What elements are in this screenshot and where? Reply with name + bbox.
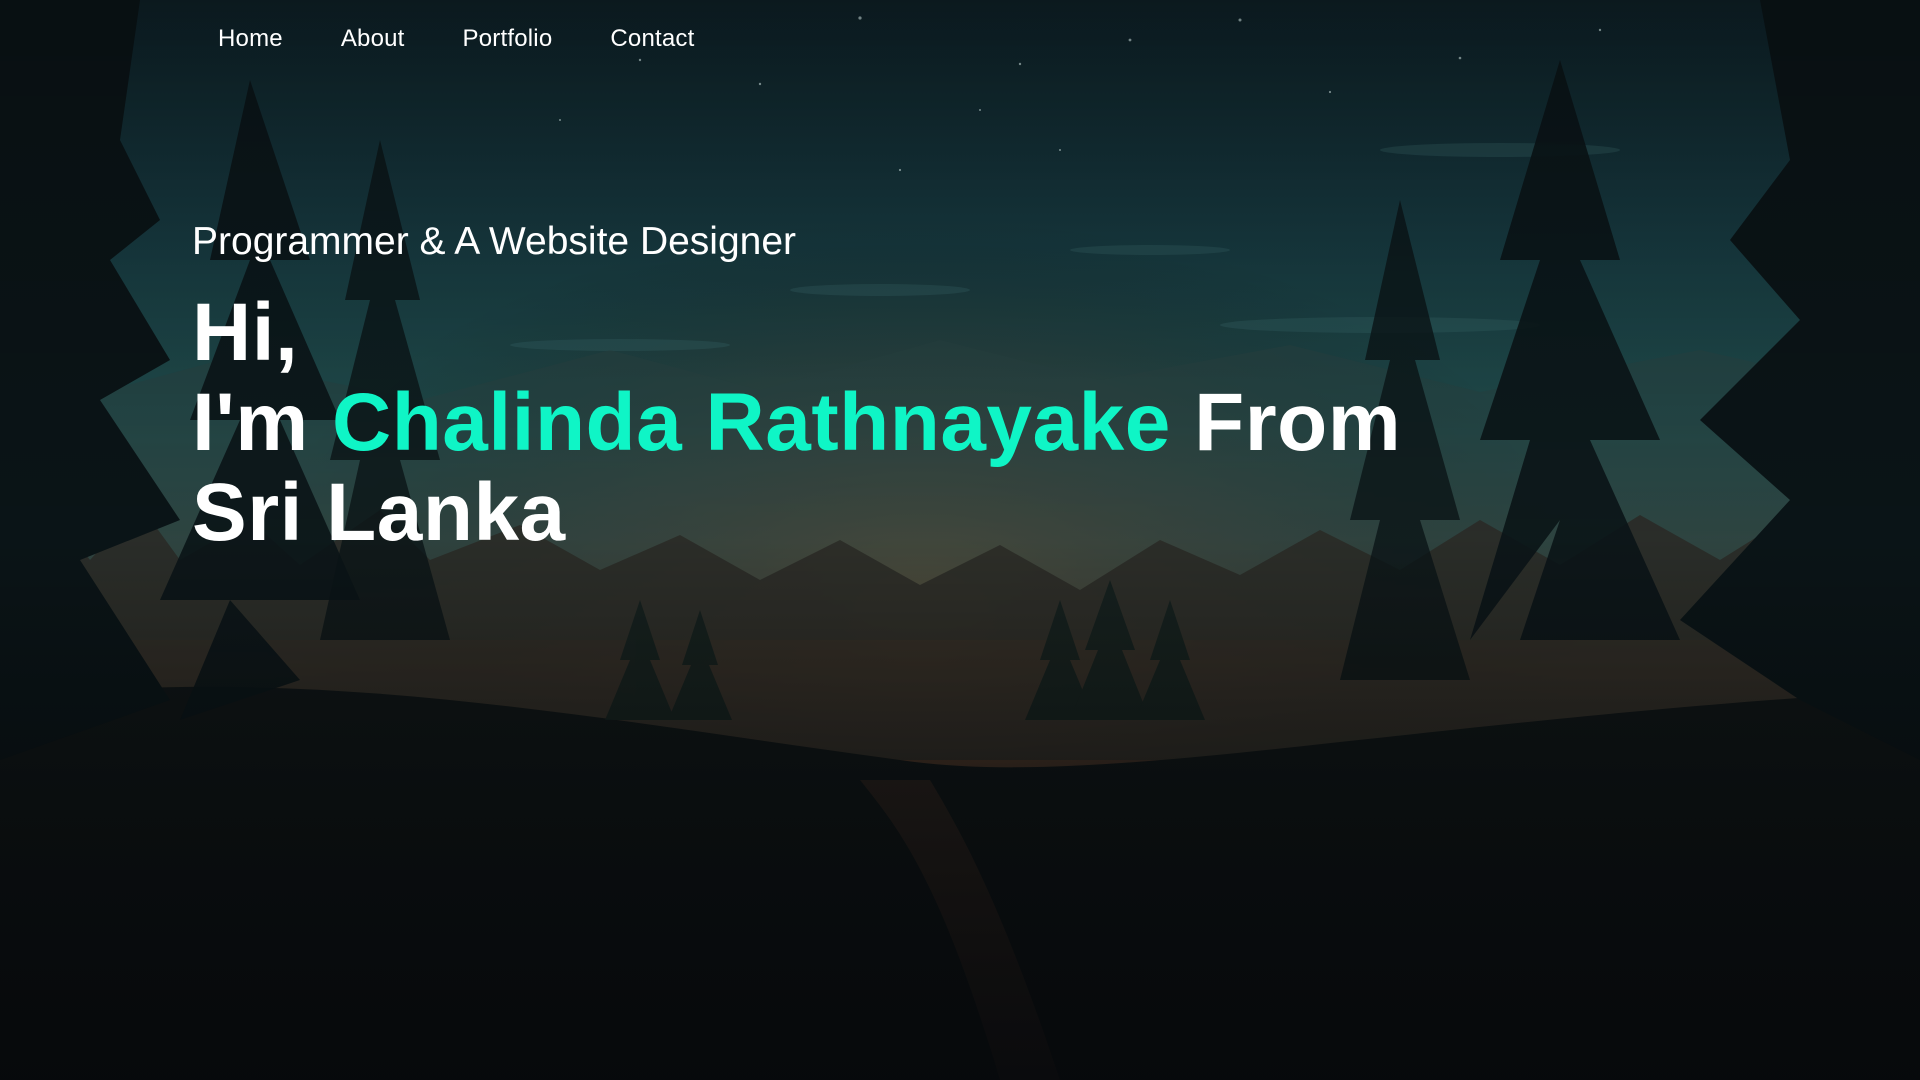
hero-headline: Hi, I'm Chalinda Rathnayake From Sri Lan… bbox=[192, 288, 1401, 558]
intro-prefix: I'm bbox=[192, 377, 332, 468]
intro-suffix: From bbox=[1170, 377, 1402, 468]
nav-home-link[interactable]: Home bbox=[218, 24, 283, 54]
nav-portfolio-link[interactable]: Portfolio bbox=[463, 24, 553, 54]
hero-tagline: Programmer & A Website Designer bbox=[192, 220, 797, 263]
nav-about-link[interactable]: About bbox=[341, 24, 405, 54]
greeting-text: Hi, bbox=[192, 287, 299, 378]
nav-contact-link[interactable]: Contact bbox=[610, 24, 694, 54]
hero-country: Sri Lanka bbox=[192, 467, 566, 558]
hero-name: Chalinda Rathnayake bbox=[331, 377, 1171, 468]
main-nav: Home About Portfolio Contact bbox=[218, 24, 695, 54]
landing-page: Home About Portfolio Contact Programmer … bbox=[0, 0, 1920, 1080]
hero-section: Programmer & A Website Designer Hi, I'm … bbox=[192, 216, 1401, 558]
